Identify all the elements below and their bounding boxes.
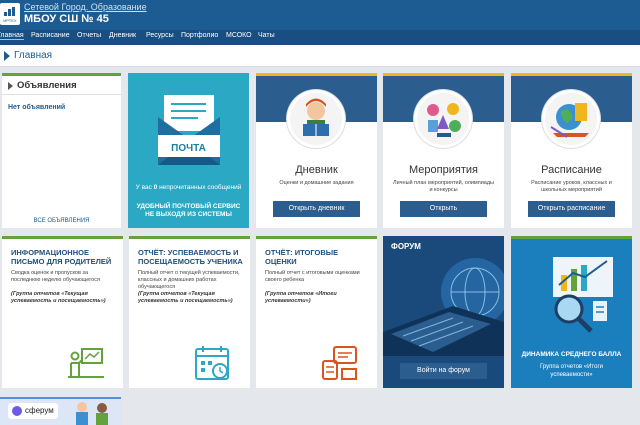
final-grades-card[interactable]: ОТЧЁТ: ИТОГОВЫЕ ОЦЕНКИ Полный отчет с ит… (256, 236, 377, 388)
page-title: Главная (14, 50, 53, 61)
schedule-title: Расписание (541, 164, 602, 176)
chart-magnifier-icon (553, 257, 613, 333)
grade-dynamics-card[interactable]: ДИНАМИКА СРЕДНЕГО БАЛЛА Группа отчетов «… (511, 236, 632, 388)
parent-letter-card[interactable]: ИНФОРМАЦИОННОЕ ПИСЬМО ДЛЯ РОДИТЕЛЕЙ Свод… (2, 236, 123, 388)
all-announcements-link[interactable]: ВСЕ ОБЪЯВЛЕНИЯ (2, 218, 121, 224)
top-header: ИРТЕХ Сетевой Город. Образование МБОУ СШ… (0, 0, 640, 30)
mail-promo: УДОБНЫЙ ПОЧТОВЫЙ СЕРВИС НЕ ВЫХОДЯ ИЗ СИС… (136, 203, 241, 218)
announcements-title: Объявления (17, 80, 77, 91)
envelope-icon (158, 95, 220, 165)
diary-desc: Оценки и домашние задания (279, 180, 354, 186)
mail-status: У вас 0 непрочитанных сообщений (135, 184, 242, 191)
sferum-icon (12, 406, 22, 416)
nav-item-schedule[interactable]: Расписание (31, 32, 70, 39)
report-desc: Полный отчет о текущей успеваемости, кла… (138, 270, 240, 290)
laptop-network-icon (383, 236, 504, 356)
student-reading-icon (287, 90, 345, 148)
school-name: МБОУ СШ № 45 (24, 13, 109, 25)
announcements-empty: Нет объявлений (8, 104, 66, 111)
grades-chat-icon (322, 346, 357, 380)
schedule-card: Расписание Расписание уроков, классных и… (511, 73, 632, 228)
report-desc: Полный отчет с итоговыми оценками своего… (265, 270, 360, 283)
report-title: ОТЧЁТ: ИТОГОВЫЕ ОЦЕНКИ (265, 248, 339, 266)
open-events-button[interactable]: Открыть (400, 201, 487, 217)
sferum-banner[interactable]: сферум (0, 397, 121, 425)
science-icons (414, 90, 472, 148)
report-desc: Сводка оценок и пропусков за последнюю н… (11, 270, 100, 283)
sferum-label: сферум (25, 406, 54, 415)
enter-forum-button[interactable]: Войти на форум (400, 363, 487, 379)
teacher-board-icon (68, 348, 104, 378)
nav-item-msoko[interactable]: МСОКО (226, 32, 252, 39)
events-title: Мероприятия (409, 164, 478, 176)
nav-item-reports[interactable]: Отчеты (77, 32, 101, 39)
nav-item-portfolio[interactable]: Портфолио (181, 32, 218, 39)
sferum-logo: сферум (8, 403, 58, 419)
nav-item-chats[interactable]: Чаты (258, 32, 275, 39)
events-card: Мероприятия Личный план мероприятий, оли… (383, 73, 504, 228)
unread-count: 0 (153, 184, 158, 191)
forum-label: ФОРУМ (391, 242, 421, 251)
diary-card: Дневник Оценки и домашние задания Открыт… (256, 73, 377, 228)
calendar-clock-icon (195, 346, 229, 380)
dynamics-title: ДИНАМИКА СРЕДНЕГО БАЛЛА (521, 351, 622, 358)
announcements-card: Объявления Нет объявлений ВСЕ ОБЪЯВЛЕНИЯ (2, 73, 121, 228)
dynamics-desc: Группа отчетов «Итоги успеваемости» (540, 364, 603, 378)
open-schedule-button[interactable]: Открыть расписание (528, 201, 615, 217)
nav-item-resources[interactable]: Ресурсы (146, 32, 174, 39)
globe-icon (542, 90, 600, 148)
arrow-right-icon (4, 51, 10, 61)
mail-card[interactable]: ПОЧТА У вас 0 непрочитанных сообщений УД… (128, 73, 249, 228)
open-diary-button[interactable]: Открыть дневник (273, 201, 360, 217)
logo-icon (4, 7, 16, 16)
report-group: (Группа отчетов «Текущая успеваемость и … (138, 291, 233, 304)
report-title: ИНФОРМАЦИОННОЕ ПИСЬМО ДЛЯ РОДИТЕЛЕЙ (11, 248, 112, 266)
schedule-desc: Расписание уроков, классных и школьных м… (531, 180, 612, 193)
people-illustration (76, 402, 108, 425)
attendance-report-card[interactable]: ОТЧЁТ: УСПЕВАЕМОСТЬ И ПОСЕЩАЕМОСТЬ УЧЕНИ… (129, 236, 250, 388)
irtech-logo[interactable]: ИРТЕХ (0, 3, 20, 25)
nav-item-diary[interactable]: Дневник (109, 32, 136, 39)
announcements-header[interactable]: Объявления (2, 76, 121, 95)
logo-caption: ИРТЕХ (3, 18, 17, 23)
page-title-bar: Главная (0, 45, 640, 67)
forum-card[interactable]: ФОРУМ Войти на форум (383, 236, 504, 388)
system-link[interactable]: Сетевой Город. Образование (24, 2, 147, 12)
report-group: (Группа отчетов «Текущая успеваемость и … (11, 291, 106, 304)
nav-item-home[interactable]: Главная (0, 32, 24, 40)
mail-label: ПОЧТА (171, 143, 206, 154)
report-group: (Группа отчетов «Итоги успеваемости») (265, 291, 337, 304)
chevron-right-icon (8, 82, 13, 90)
events-desc: Личный план мероприятий, олимпиады и кон… (393, 180, 494, 193)
report-title: ОТЧЁТ: УСПЕВАЕМОСТЬ И ПОСЕЩАЕМОСТЬ УЧЕНИ… (138, 248, 243, 266)
diary-title: Дневник (295, 164, 338, 176)
main-nav: Главная Расписание Отчеты Дневник Ресурс… (0, 30, 640, 45)
